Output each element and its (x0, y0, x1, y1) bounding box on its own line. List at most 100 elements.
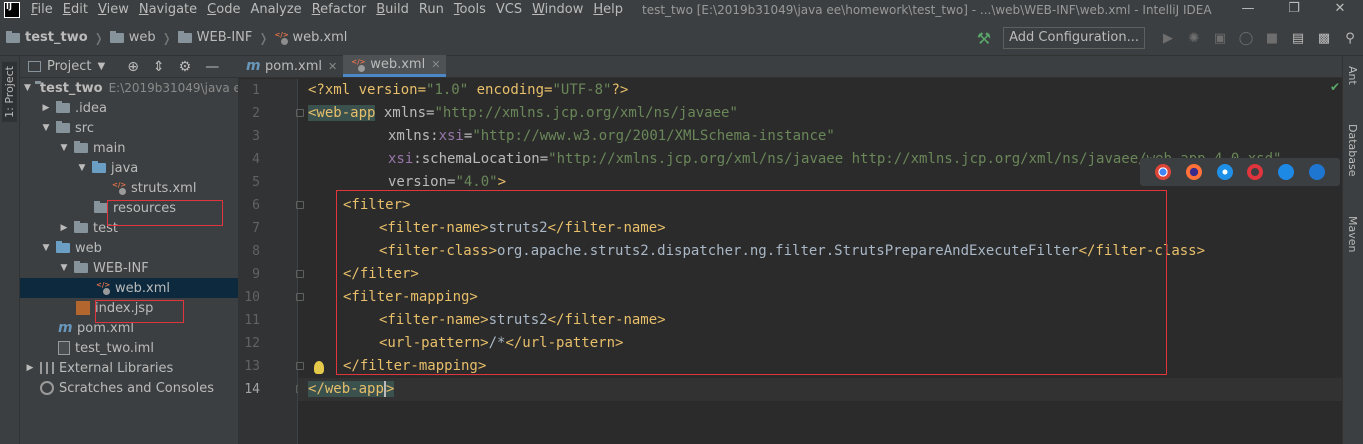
menu-refactor[interactable]: Refactor (307, 0, 372, 20)
internet-explorer-icon[interactable] (1277, 164, 1294, 180)
breadcrumb-web[interactable]: web (129, 30, 156, 45)
menu-build[interactable]: Build (371, 0, 414, 20)
tree-item-idea[interactable]: ▶ .idea (20, 98, 238, 118)
close-icon[interactable]: ✕ (328, 60, 337, 73)
tree-item-label: index.jsp (95, 300, 154, 316)
menu-analyze[interactable]: Analyze (245, 0, 306, 20)
ant-tool-tab[interactable]: Ant (1346, 66, 1359, 85)
code-line-14: </web-app > (308, 381, 395, 397)
tab-web-xml[interactable]: web.xml ✕ (343, 55, 447, 77)
code-line-10: <filter-mapping> (343, 289, 478, 305)
project-structure-icon[interactable]: ▤ (1285, 31, 1311, 46)
menu-view[interactable]: View (93, 0, 134, 20)
tree-item-pom-xml[interactable]: m pom.xml (20, 318, 238, 338)
tab-pom-xml[interactable]: m pom.xml ✕ (238, 55, 343, 77)
expand-arrow-icon[interactable]: ▼ (76, 163, 88, 173)
tree-item-label: src (75, 120, 94, 136)
coverage-icon[interactable]: ▣ (1207, 31, 1233, 46)
search-icon[interactable]: ⚲ (1337, 31, 1363, 46)
tree-item-label: web.xml (115, 280, 170, 296)
firefox-icon[interactable] (1185, 164, 1202, 180)
opera-icon[interactable] (1247, 164, 1264, 180)
collapse-all-icon[interactable]: ⇕ (153, 59, 165, 75)
tree-item-resources[interactable]: resources (20, 198, 238, 218)
debug-icon[interactable]: ✺ (1181, 31, 1207, 46)
breadcrumb-web-xml[interactable]: web.xml (292, 30, 347, 45)
menu-tools[interactable]: Tools (449, 0, 491, 20)
tree-item-struts-xml[interactable]: struts.xml (20, 178, 238, 198)
safari-icon[interactable] (1216, 164, 1233, 180)
tree-item-test[interactable]: ▶ test (20, 218, 238, 238)
restore-icon[interactable]: ❐ (1271, 0, 1317, 20)
close-icon[interactable]: ✕ (1317, 0, 1363, 20)
menu-file[interactable]: File (26, 0, 58, 20)
code-line-2: <web-app xmlns="http://xmlns.jcp.org/xml… (308, 105, 738, 121)
stop-icon[interactable]: ■ (1259, 31, 1285, 46)
menu-help[interactable]: Help (588, 0, 628, 20)
editor-tabs: m pom.xml ✕ web.xml ✕ (238, 55, 1342, 78)
tree-item-label: .idea (75, 100, 107, 116)
menu-run[interactable]: Run (414, 0, 449, 20)
tree-item-index-jsp[interactable]: index.jsp (20, 298, 238, 318)
tree-item-java[interactable]: ▼ java (20, 158, 238, 178)
inspection-ok-icon[interactable]: ✔ (1330, 80, 1340, 94)
expand-arrow-icon[interactable]: ▼ (40, 243, 52, 253)
project-folder-icon (6, 30, 20, 43)
library-icon (40, 362, 54, 374)
edge-icon[interactable] (1308, 164, 1325, 180)
chrome-icon[interactable] (1155, 164, 1172, 180)
web-folder-icon (56, 241, 70, 253)
xml-file-icon (96, 281, 110, 295)
menu-code[interactable]: Code (202, 0, 245, 20)
tree-item-test-two-iml[interactable]: test_two.iml (20, 338, 238, 358)
tree-item-web-inf[interactable]: ▼ WEB-INF (20, 258, 238, 278)
menu-window[interactable]: Window (527, 0, 588, 20)
project-tool-tab[interactable]: 1: Project (2, 62, 17, 122)
breadcrumb-web-inf[interactable]: WEB-INF (197, 30, 253, 45)
expand-arrow-icon[interactable]: ▼ (24, 83, 31, 93)
expand-arrow-icon[interactable]: ▶ (24, 363, 36, 373)
tree-item-scratches[interactable]: Scratches and Consoles (20, 378, 238, 398)
tree-item-label: test (93, 220, 118, 236)
close-icon[interactable]: ✕ (431, 58, 440, 71)
xml-file-icon (351, 58, 366, 72)
tree-item-label: resources (113, 200, 177, 216)
gear-icon[interactable]: ⚙ (179, 59, 192, 75)
run-icon[interactable]: ▶ (1155, 31, 1181, 46)
code-line-12: <url-pattern>/*</url-pattern> (379, 335, 624, 351)
expand-arrow-icon[interactable]: ▼ (58, 263, 70, 273)
intellij-logo-icon (4, 2, 20, 18)
maven-file-icon: m (246, 58, 261, 74)
line-number: 7 (252, 221, 260, 236)
resources-folder-icon (94, 201, 108, 213)
code-area[interactable]: <?xml version="1.0" encoding="UTF-8"?> <… (298, 79, 1342, 444)
expand-arrow-icon[interactable]: ▶ (58, 223, 70, 233)
minimize-icon[interactable]: — (1225, 0, 1271, 20)
add-configuration-button[interactable]: Add Configuration... (1003, 27, 1145, 49)
hide-panel-icon[interactable]: — (205, 59, 219, 75)
xml-file-icon (112, 181, 126, 195)
tree-item-web-xml[interactable]: web.xml (20, 278, 238, 298)
code-line-11: <filter-name>struts2</filter-name> (379, 312, 666, 328)
tree-item-web[interactable]: ▼ web (20, 238, 238, 258)
maven-tool-tab[interactable]: Maven (1346, 216, 1359, 252)
expand-arrow-icon[interactable]: ▼ (58, 143, 70, 153)
expand-arrow-icon[interactable]: ▶ (40, 103, 52, 113)
tree-item-external-libraries[interactable]: ▶ External Libraries (20, 358, 238, 378)
profile-icon[interactable]: ◯ (1233, 31, 1259, 46)
database-tool-tab[interactable]: Database (1346, 124, 1359, 177)
menu-navigate[interactable]: Navigate (134, 0, 202, 20)
menu-vcs[interactable]: VCS (491, 0, 527, 20)
build-hammer-icon[interactable]: ⚒ (977, 29, 991, 48)
chevron-down-icon[interactable]: ▼ (97, 61, 105, 72)
breadcrumb-project[interactable]: test_two (25, 30, 88, 45)
locate-icon[interactable]: ⊕ (127, 59, 139, 75)
project-view-selector[interactable]: Project (47, 59, 91, 74)
tree-item-src[interactable]: ▼ src (20, 118, 238, 138)
expand-arrow-icon[interactable]: ▼ (40, 123, 52, 133)
folder-icon (56, 101, 70, 113)
terminal-icon[interactable]: ▩ (1311, 31, 1337, 46)
tree-item-test-two[interactable]: ▼ test_two E:\2019b31049\java e (20, 78, 238, 98)
menu-edit[interactable]: Edit (58, 0, 93, 20)
tree-item-main[interactable]: ▼ main (20, 138, 238, 158)
